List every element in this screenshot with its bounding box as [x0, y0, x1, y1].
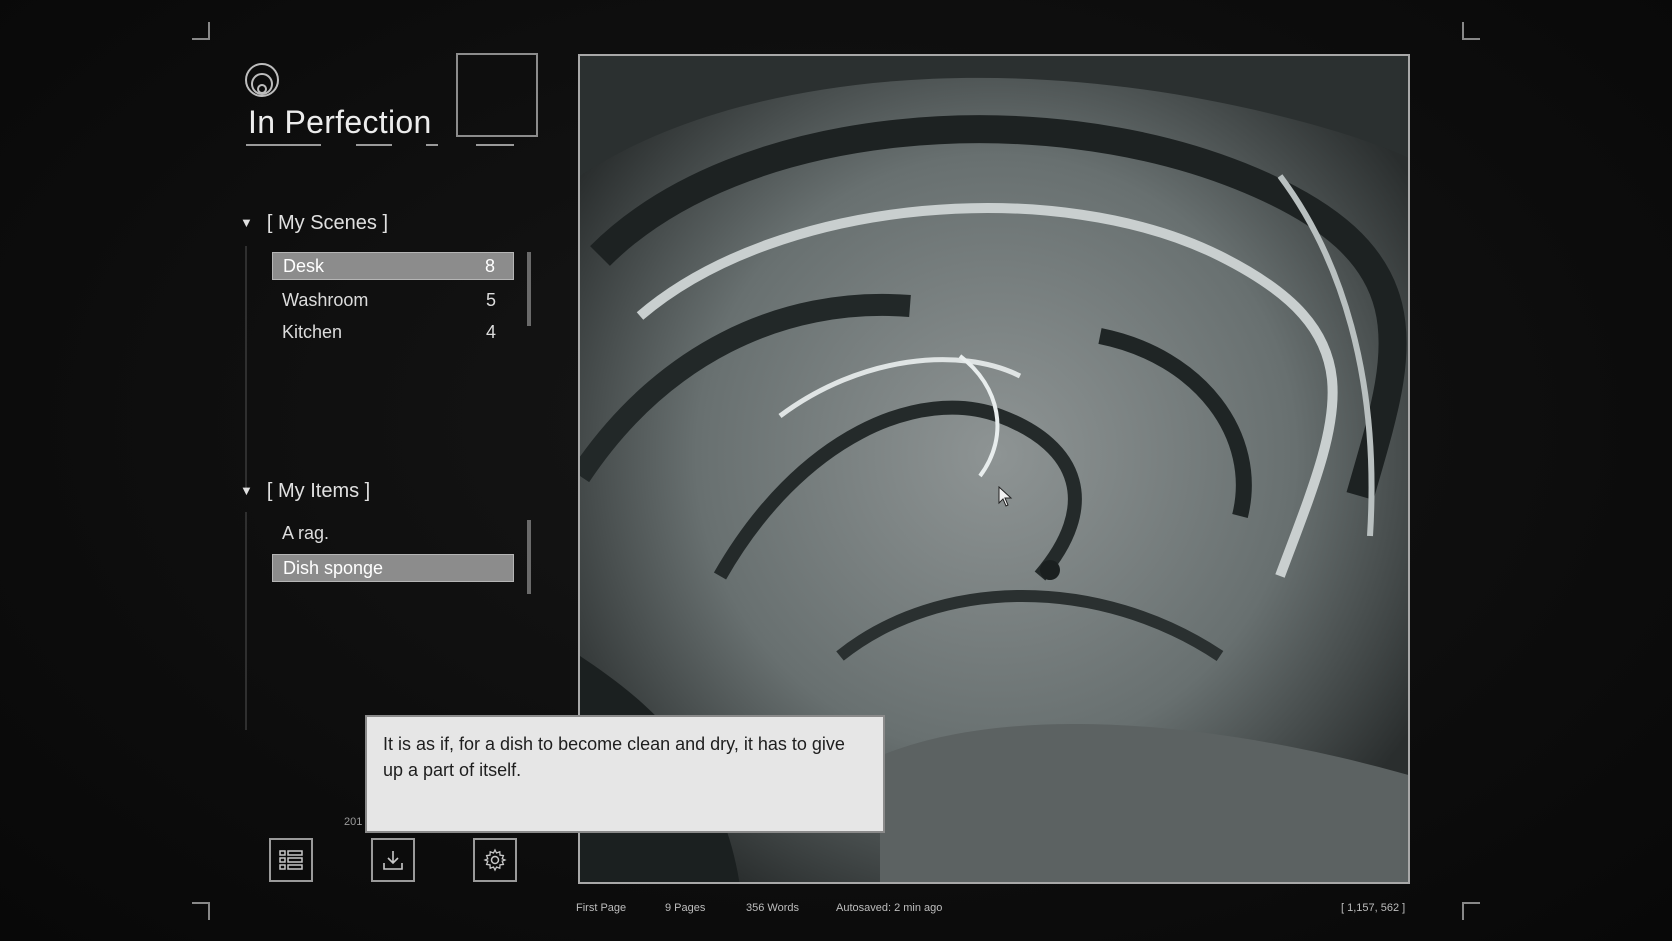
- partial-label: 201: [344, 816, 363, 828]
- scene-count: 4: [485, 321, 496, 342]
- scenes-scrollbar[interactable]: [527, 252, 531, 326]
- item-label: Dish sponge: [283, 557, 384, 578]
- bracket-open: [: [266, 480, 278, 502]
- title-underline: [476, 144, 514, 146]
- page-count: 9 Pages: [665, 902, 706, 914]
- thumbnail-frame[interactable]: [456, 53, 538, 137]
- scenes-section-header[interactable]: ▼ [ My Scenes ]: [240, 212, 388, 235]
- scene-count: 8: [484, 255, 495, 276]
- scene-row-kitchen[interactable]: Kitchen 4: [272, 318, 514, 346]
- tree-guide-line: [245, 246, 247, 492]
- list-icon: [279, 850, 303, 870]
- download-button[interactable]: [371, 838, 415, 882]
- collapse-triangle-icon[interactable]: ▼: [240, 483, 253, 498]
- frame-corner-bottom-left: [192, 902, 210, 920]
- scene-label: Washroom: [282, 289, 369, 310]
- bracket-open: [: [266, 212, 278, 234]
- item-description-tooltip: It is as if, for a dish to become clean …: [365, 715, 885, 833]
- items-section-header[interactable]: ▼ [ My Items ]: [240, 480, 370, 503]
- scenes-header-label: My Scenes: [278, 212, 377, 234]
- items-scrollbar[interactable]: [527, 520, 531, 594]
- autosave-status: Autosaved: 2 min ago: [836, 902, 943, 914]
- first-page-link[interactable]: First Page: [576, 902, 626, 914]
- list-view-button[interactable]: [269, 838, 313, 882]
- collapse-triangle-icon[interactable]: ▼: [240, 215, 253, 230]
- scene-count: 5: [485, 289, 496, 310]
- mouse-cursor-icon: [998, 486, 1013, 507]
- tree-guide-line: [245, 512, 247, 730]
- frame-corner-bottom-right: [1462, 902, 1480, 920]
- bracket-close: ]: [359, 480, 371, 502]
- word-count: 356 Words: [746, 902, 799, 914]
- title-underline: [426, 144, 438, 146]
- scene-label: Kitchen: [282, 321, 343, 342]
- scene-row-washroom[interactable]: Washroom 5: [272, 286, 514, 314]
- frame-corner-top-left: [192, 22, 210, 40]
- scene-label: Desk: [283, 255, 325, 276]
- spiral-logo-icon: [245, 63, 279, 97]
- title-underline: [356, 144, 392, 146]
- scene-row-desk[interactable]: Desk 8: [272, 252, 514, 280]
- title-underline: [246, 144, 321, 146]
- download-icon: [383, 851, 403, 870]
- cursor-coordinates: [ 1,157, 562 ]: [1341, 902, 1406, 914]
- bracket-close: ]: [376, 212, 389, 234]
- settings-button[interactable]: [473, 838, 517, 882]
- item-row-dish-sponge[interactable]: Dish sponge: [272, 554, 514, 582]
- gear-icon: [483, 848, 507, 872]
- app-title: In Perfection: [248, 104, 432, 140]
- items-header-label: My Items: [278, 480, 360, 502]
- item-row-rag[interactable]: A rag.: [272, 519, 514, 547]
- frame-corner-top-right: [1462, 22, 1480, 40]
- item-label: A rag.: [282, 522, 330, 543]
